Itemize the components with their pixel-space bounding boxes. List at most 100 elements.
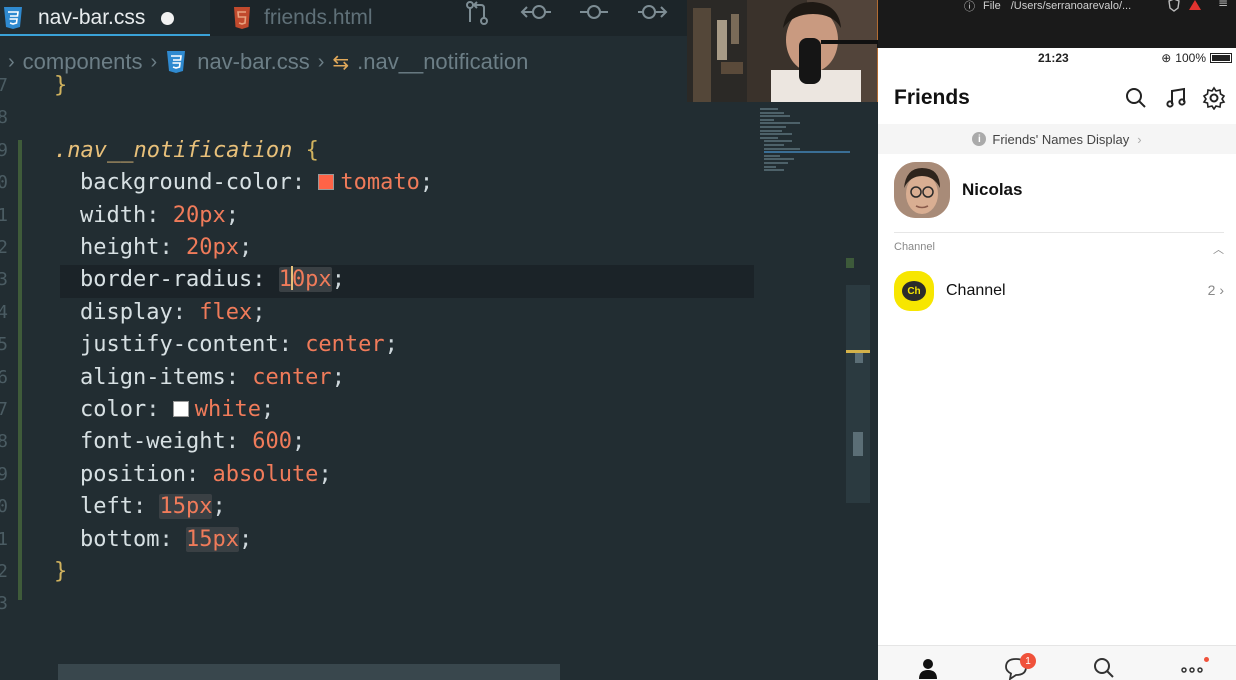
url-text[interactable]: /Users/serranoarevalo/... [1011,0,1131,12]
declaration-line[interactable]: height: 20px; 2 [0,232,253,264]
closing-brace: } [54,559,68,584]
tab-label: friends.html [264,6,373,29]
line-number: 2 [0,561,8,582]
css-property: display [80,299,173,325]
declaration-line[interactable]: font-weight: 600; 8 [0,426,306,458]
colon: : [278,332,306,358]
brave-shield-icon[interactable] [1168,0,1180,12]
semicolon: ; [291,429,306,455]
css-value: white [194,397,261,422]
css-property: color [80,397,147,422]
tab-label: nav-bar.css [38,6,146,29]
declaration-line[interactable]: justify-content: center; 5 [0,329,398,361]
breadcrumb-folder[interactable]: components [23,49,143,75]
semicolon: ; [318,461,332,487]
source-control-compare-icon[interactable] [464,0,490,26]
line-number: 5 [0,334,8,356]
declaration-line[interactable]: color: white; 7 [0,394,275,426]
more-notification-dot [1204,657,1209,662]
semicolon: ; [212,494,226,520]
css-property: height [80,235,160,260]
code-editor[interactable]: nav-bar.css friends.html › components › … [0,0,878,680]
go-back-icon[interactable] [520,0,552,26]
browser-menu-icon[interactable]: ≡ [1218,0,1228,10]
my-profile-row[interactable]: Nicolas [894,162,1022,218]
status-time: 21:23 [1038,51,1069,65]
declaration-line[interactable]: background-color: tomato; 0 [0,167,434,199]
brave-rewards-icon[interactable] [1188,0,1202,12]
avatar [894,162,950,218]
semicolon: ; [238,235,253,260]
person-icon[interactable] [916,656,940,680]
minimap-line [760,129,782,132]
semicolon: ; [252,299,266,325]
colon: : [159,235,186,260]
minimap-line [764,169,784,172]
commit-icon[interactable] [578,0,610,26]
colon: : [185,461,213,487]
go-forward-icon[interactable] [636,0,668,26]
line-number: 6 [0,366,8,388]
semicolon: ; [419,170,434,196]
selector-line[interactable]: .nav__notification {9 [0,135,319,167]
declaration-line[interactable]: left: 15px; 0 [0,491,226,523]
breadcrumb-symbol[interactable]: .nav__notification [357,49,528,75]
colon: : [146,397,173,422]
git-change-marker [18,140,22,600]
semicolon: ; [225,202,239,228]
css-property: align-items [80,364,226,390]
channel-row[interactable]: Ch Channel 2 › [894,270,1224,312]
colon: : [172,299,200,325]
channel-label: Channel [946,282,1006,299]
minimap-line [764,140,792,143]
scrollbar-change-marker [855,353,863,363]
chevron-right-icon: › [8,50,15,73]
scrollbar-thumb[interactable] [853,432,863,456]
line-number: 0 [0,172,8,194]
css-value: 15px [159,494,213,520]
css-selector-symbol-icon: ⇆ [332,51,350,74]
semicolon: ; [260,397,275,422]
search-icon[interactable] [1092,656,1116,680]
horizontal-scrollbar[interactable] [58,664,560,680]
css-value: 20px [185,235,239,260]
minimap[interactable] [756,108,850,178]
css-value: center [252,364,332,390]
declaration-line[interactable]: width: 20px; 1 [0,200,239,232]
semicolon: ; [384,332,398,358]
semicolon: ; [238,526,253,552]
tab-friends-html[interactable]: friends.html [232,0,373,36]
code-line[interactable]: } 7 [0,70,67,102]
declaration-line[interactable]: border-radius: 10px; 3 [0,264,345,296]
css-property: background-color [80,170,292,196]
css-value-part: 0px [291,267,332,293]
declaration-line[interactable]: bottom: 15px; 1 [0,524,253,556]
gear-icon[interactable] [1202,86,1226,110]
line-number: 1 [0,204,8,226]
chevron-right-icon: › [1137,131,1142,147]
declaration-line[interactable]: display: flex; 4 [0,297,266,329]
names-display-banner[interactable]: i Friends' Names Display › [878,124,1236,154]
tab-nav-bar-css[interactable]: nav-bar.css [0,0,210,36]
line-number: 9 [0,463,8,485]
line-number: 8 [0,431,8,453]
minimap-line [760,118,774,121]
battery-icon [1210,53,1232,63]
css-value: flex [199,299,253,325]
chevron-up-icon[interactable]: ︿ [1213,241,1224,257]
address-bar[interactable]: ⓘ File /Users/serranoarevalo/... [964,0,1131,13]
search-icon[interactable] [1124,86,1148,110]
closing-line[interactable]: } 2 [0,556,68,588]
minimap-line [760,136,778,139]
music-note-icon[interactable] [1164,86,1188,110]
vertical-scrollbar[interactable] [846,285,870,503]
declaration-line[interactable]: align-items: center; 6 [0,362,345,394]
css3-icon [167,51,186,73]
line-number: 3 [0,269,8,291]
minimap-line [764,144,784,146]
more-dots-icon[interactable] [1180,656,1204,680]
breadcrumb-file[interactable]: nav-bar.css [197,49,310,75]
page-title: Friends [894,86,970,109]
colon: : [159,526,186,552]
declaration-line[interactable]: position: absolute; 9 [0,459,332,491]
